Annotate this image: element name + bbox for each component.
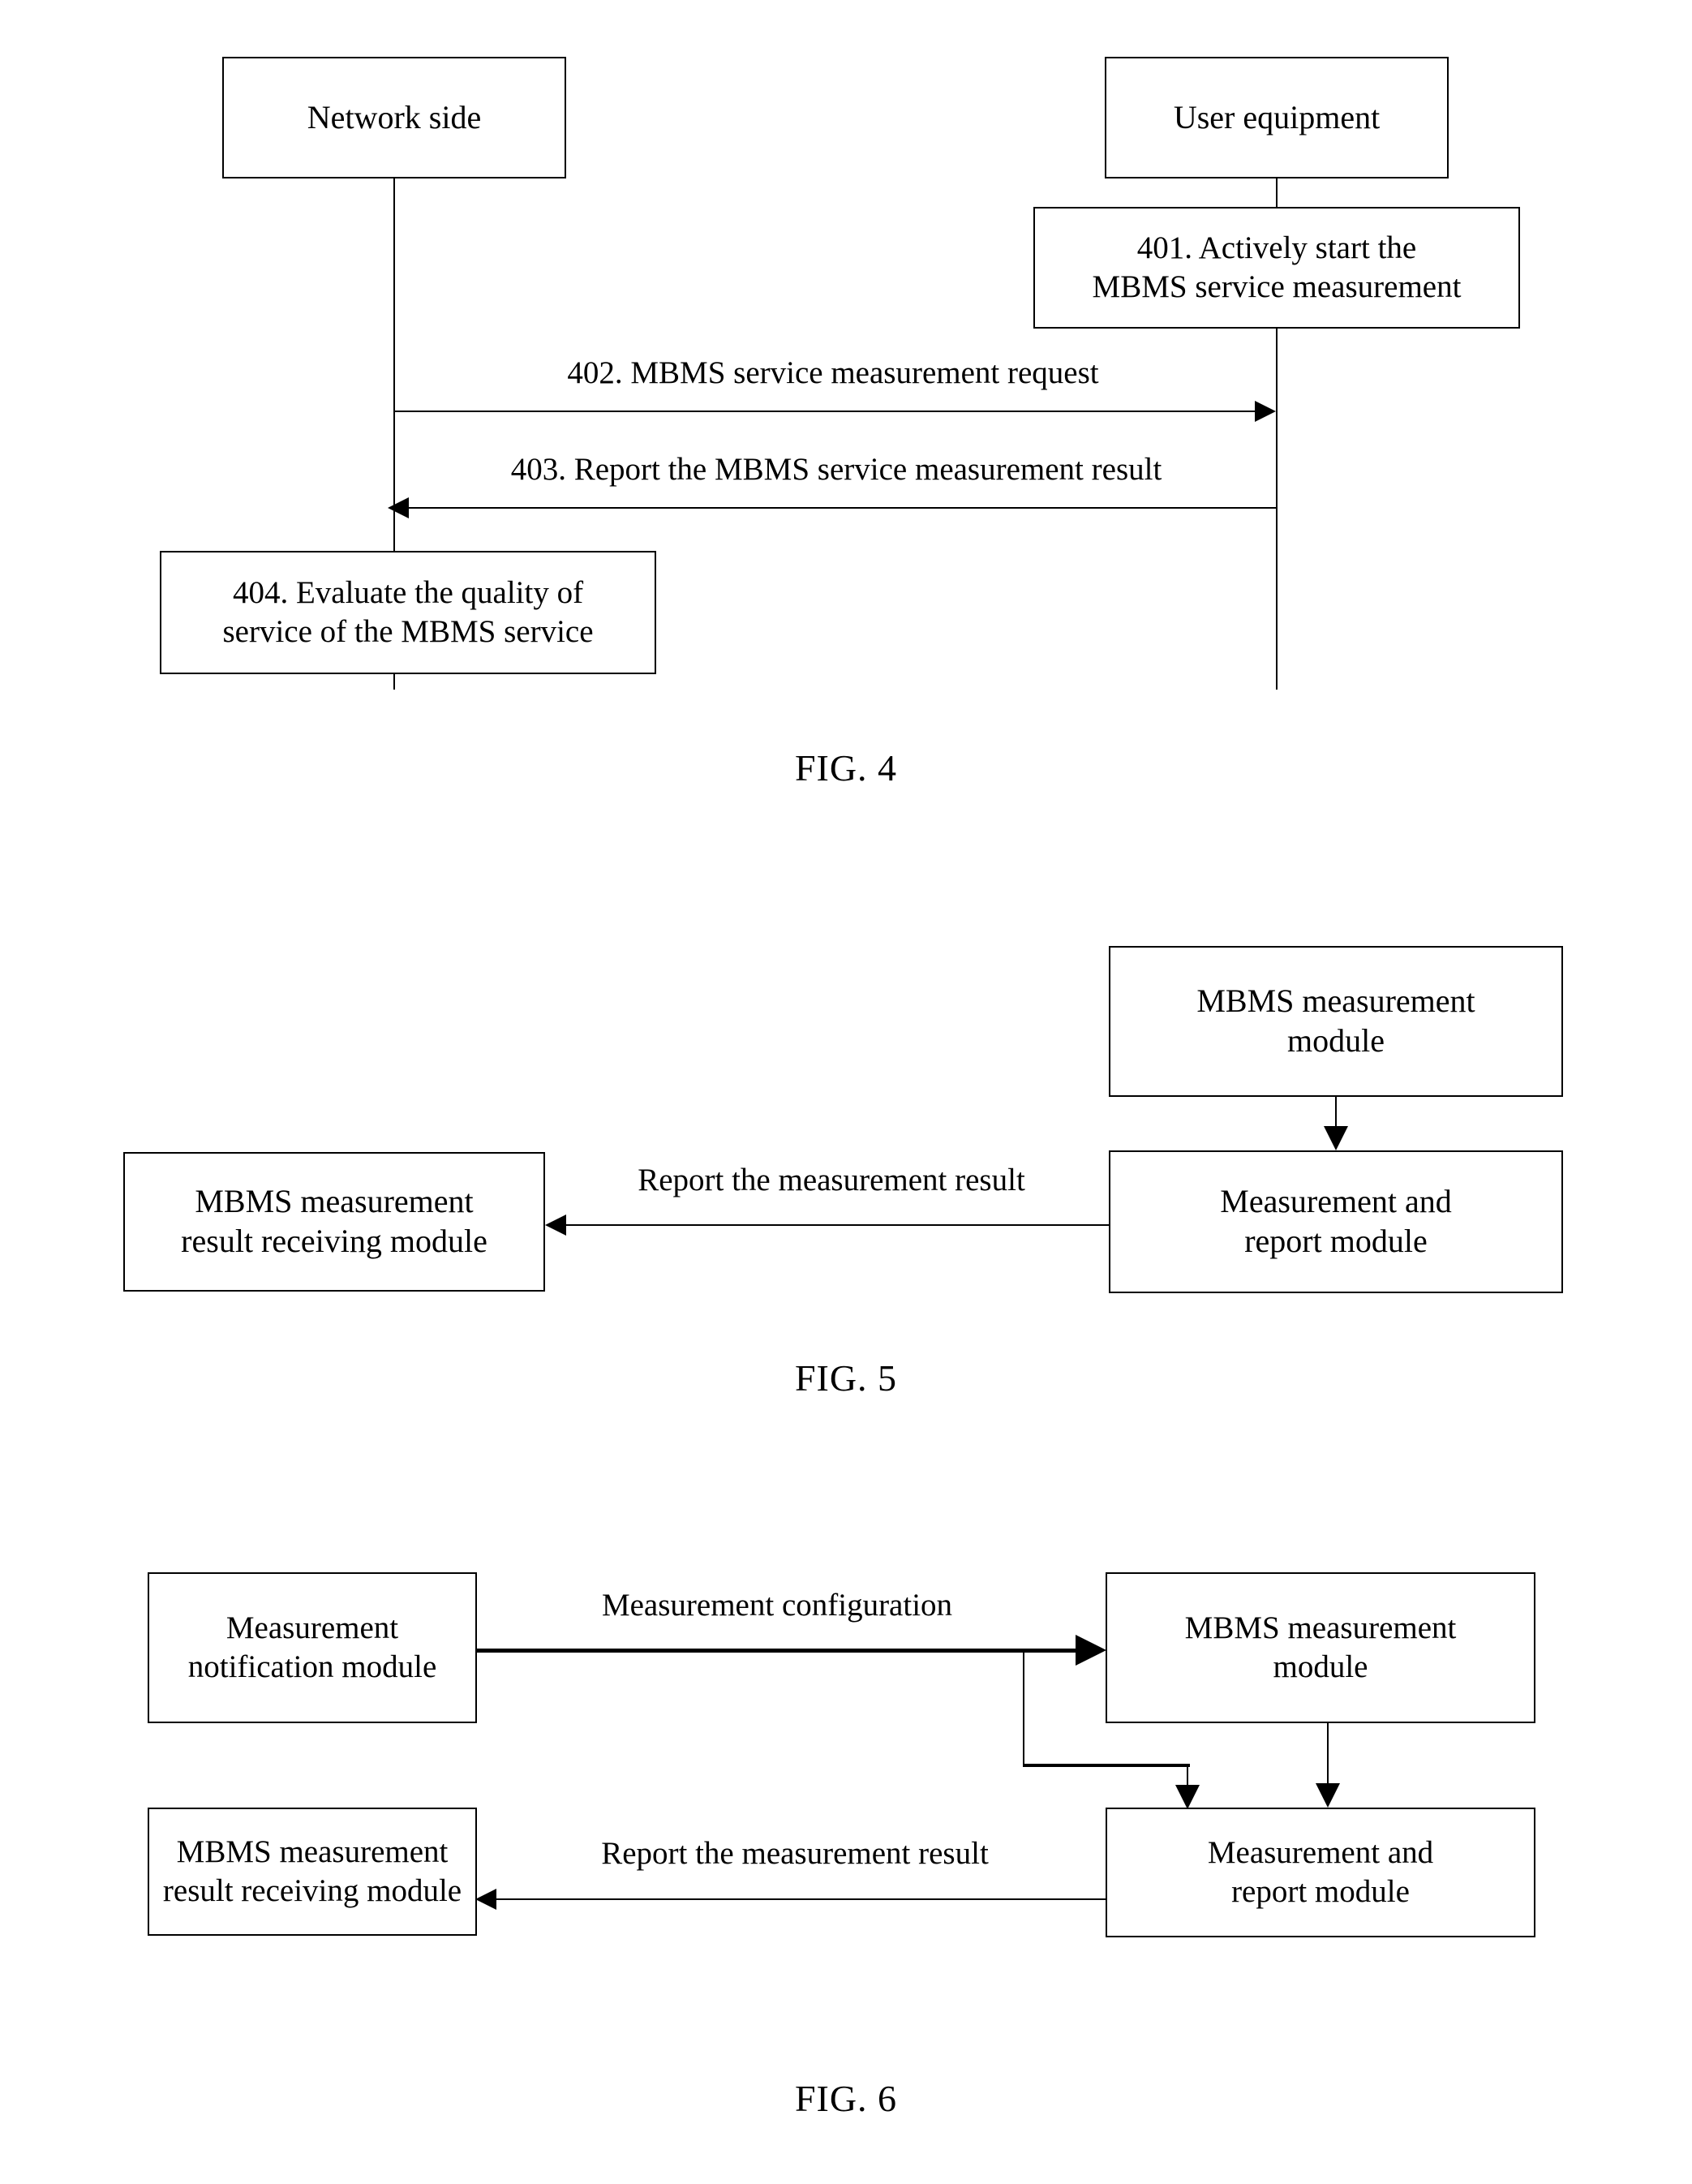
figure-6-caption: FIG. 6 <box>794 2078 898 2119</box>
edge-label-measurement-configuration: Measurement configuration <box>601 1588 953 1623</box>
step-401-box: 401. Actively start the MBMS service mea… <box>1033 207 1520 329</box>
block-label-line1: MBMS measurement <box>1184 1610 1457 1646</box>
block-label-line1: Measurement and <box>1207 1835 1434 1871</box>
block-label-line2: report module <box>1244 1223 1428 1259</box>
step-401-line1: 401. Actively start the <box>1136 230 1417 266</box>
arrow-left-icon <box>475 1889 496 1910</box>
edge-label-report-the-measurement-result: Report the measurement result <box>638 1163 1025 1197</box>
actor-label-network-side: Network side <box>307 98 482 135</box>
actor-label-user-equipment: User equipment <box>1173 98 1381 135</box>
arrow-right-icon <box>1255 401 1276 422</box>
block-mbms-measurement-module: MBMS measurement module <box>1109 946 1563 1097</box>
block-label-line1: Measurement <box>225 1610 399 1646</box>
step-404-line1: 404. Evaluate the quality of <box>232 575 584 611</box>
actor-box-user-equipment: User equipment <box>1105 57 1449 178</box>
connector-measurement-to-report <box>1327 1723 1329 1786</box>
step-403-label: 403. Report the MBMS service measurement… <box>510 452 1162 487</box>
block-label-line2: notification module <box>187 1649 437 1684</box>
block-mbms-measurement-module: MBMS measurement module <box>1106 1572 1535 1723</box>
connector-measurement-to-report <box>1335 1097 1337 1128</box>
block-mbms-measurement-result-receiving-module: MBMS measurement result receiving module <box>148 1808 477 1936</box>
block-label-line1: MBMS measurement <box>1196 982 1475 1020</box>
arrow-right-icon <box>1076 1635 1106 1666</box>
step-403-arrow-line <box>395 507 1278 509</box>
arrow-down-icon <box>1316 1783 1340 1808</box>
block-label-line2: module <box>1273 1649 1368 1684</box>
arrow-left-icon <box>545 1215 566 1236</box>
arrow-left-icon <box>388 497 409 518</box>
figure-4-caption: FIG. 4 <box>794 747 898 789</box>
step-402-arrow-line <box>395 411 1271 412</box>
block-measurement-notification-module: Measurement notification module <box>148 1572 477 1723</box>
block-label-line1: Measurement and <box>1220 1183 1452 1220</box>
step-401-label: 401. Actively start the MBMS service mea… <box>1083 229 1471 306</box>
step-404-box: 404. Evaluate the quality of service of … <box>160 551 656 674</box>
step-404-line2: service of the MBMS service <box>222 614 594 649</box>
block-label-line2: module <box>1287 1022 1385 1059</box>
connector-config-elbow-horizontal <box>1023 1764 1190 1767</box>
edge-label-report-the-measurement-result: Report the measurement result <box>601 1836 989 1871</box>
connector-report-result <box>483 1898 1106 1900</box>
figure-5-caption: FIG. 5 <box>794 1357 898 1399</box>
step-401-line2: MBMS service measurement <box>1092 269 1462 304</box>
block-measurement-and-report-module: Measurement and report module <box>1109 1150 1563 1293</box>
connector-config-elbow-vertical <box>1023 1652 1024 1765</box>
block-label-line2: result receiving module <box>162 1873 462 1908</box>
step-404-label: 404. Evaluate the quality of service of … <box>213 574 603 651</box>
actor-box-network-side: Network side <box>222 57 566 178</box>
block-label-line2: result receiving module <box>181 1223 487 1259</box>
block-label-line2: report module <box>1231 1874 1410 1909</box>
block-measurement-and-report-module: Measurement and report module <box>1106 1808 1535 1937</box>
block-label-line1: MBMS measurement <box>195 1183 474 1220</box>
arrow-down-icon <box>1175 1785 1200 1809</box>
block-label-line1: MBMS measurement <box>176 1834 449 1870</box>
connector-measurement-configuration <box>477 1649 1077 1653</box>
arrow-down-icon <box>1324 1126 1348 1150</box>
connector-report-result <box>553 1224 1110 1226</box>
step-402-label: 402. MBMS service measurement request <box>567 355 1099 390</box>
block-mbms-measurement-result-receiving-module: MBMS measurement result receiving module <box>123 1152 545 1292</box>
